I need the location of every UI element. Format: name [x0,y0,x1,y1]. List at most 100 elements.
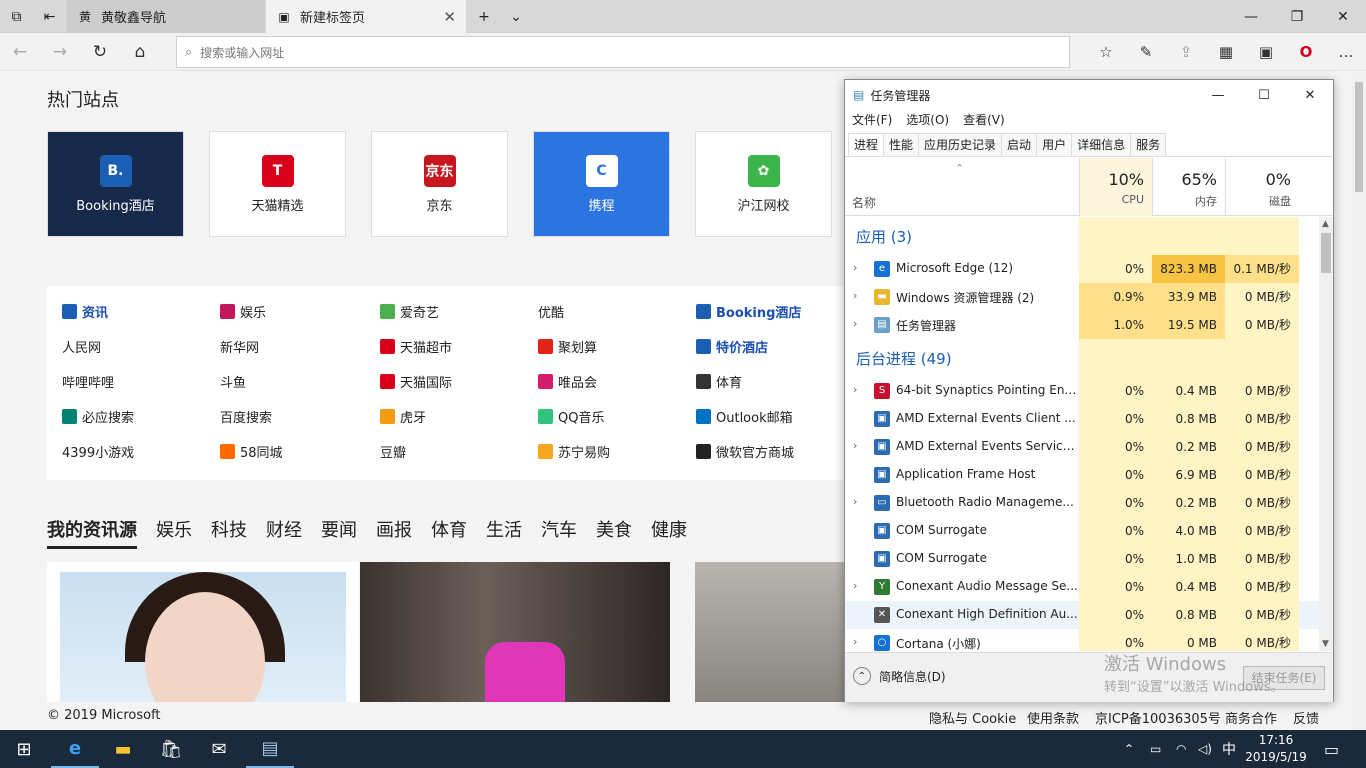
footer-link[interactable]: 反馈 [1293,708,1319,727]
minimize-button[interactable]: — [1228,0,1274,33]
quick-link[interactable]: 特价酒店 [696,337,768,356]
file-explorer-taskbar-icon[interactable]: ▬ [99,730,147,768]
close-window-button[interactable]: ✕ [1320,0,1366,33]
tm-tab[interactable]: 启动 [1001,133,1038,156]
tm-close-button[interactable]: ✕ [1287,80,1333,110]
footer-link[interactable]: 使用条款 [1027,708,1079,727]
process-row[interactable]: › ▭ Bluetooth Radio Manageme... 0% 0.2 MB 0 M… [845,489,1319,517]
tm-minimize-button[interactable]: — [1195,80,1241,110]
quick-link[interactable]: 斗鱼 [220,372,246,391]
quick-link[interactable]: 聚划算 [538,337,597,356]
tm-menu-item[interactable]: 查看(V) [963,110,1005,132]
tm-tab[interactable]: 服务 [1130,133,1167,156]
process-row[interactable]: ✕ Conexant High Definition Au... 0% 0.8 MB 0… [845,601,1319,629]
news-category-tab[interactable]: 娱乐 [156,516,192,549]
process-row[interactable]: › ▬ Windows 资源管理器 (2) 0.9% 33.9 MB 0 MB/秒 [845,283,1319,311]
expand-chevron-icon[interactable]: › [853,289,857,302]
footer-link[interactable]: 京ICP备10036305号 [1095,708,1221,727]
refresh-icon[interactable]: ↻ [84,37,116,67]
action-center-icon[interactable]: ▭ [1324,730,1339,768]
site-tile[interactable]: T 天猫精选 [209,131,346,237]
volume-icon[interactable]: ◁) [1198,730,1212,768]
tm-menu-item[interactable]: 选项(O) [906,110,949,132]
quick-link[interactable]: 人民网 [62,337,101,356]
close-tab-icon[interactable]: ✕ [443,8,456,26]
tab-list-chevron-icon[interactable]: ⌄ [500,0,532,33]
process-row[interactable]: › ○ Cortana (小娜) 0% 0 MB 0 MB/秒 [845,629,1319,651]
site-tile[interactable]: 京东 京东 [371,131,508,237]
fewer-details-button[interactable]: ⌃ 简略信息(D) [853,667,946,685]
quick-link[interactable]: 天猫超市 [380,337,452,356]
tm-tab[interactable]: 进程 [848,133,885,156]
process-list-scrollbar[interactable]: ▲ ▼ [1319,217,1333,651]
favorites-icon[interactable]: ☆ [1090,37,1122,67]
quick-link[interactable]: Outlook邮箱 [696,407,793,426]
quick-link[interactable]: Booking酒店 [696,302,801,321]
quick-link[interactable]: 优酷 [538,302,564,321]
process-row[interactable]: ▣ AMD External Events Client ... 0% 0.8 MB 0… [845,405,1319,433]
news-card[interactable] [47,562,359,702]
more-extension-icon[interactable]: ▣ [1250,37,1282,67]
tm-tab[interactable]: 性能 [883,133,920,156]
forward-icon[interactable]: → [44,37,76,67]
news-category-tab[interactable]: 科技 [211,516,247,549]
scroll-down-icon[interactable]: ▼ [1322,639,1329,649]
process-row[interactable]: › ▣ AMD External Events Service... 0% 0.2 MB… [845,433,1319,461]
scroll-up-icon[interactable]: ▲ [1322,219,1329,229]
footer-link[interactable]: 商务合作 [1225,708,1277,727]
disk-column-header[interactable]: 0% 磁盘 [1225,158,1299,216]
process-row[interactable]: ▣ COM Surrogate 0% 4.0 MB 0 MB/秒 [845,517,1319,545]
mail-taskbar-icon[interactable]: ✉ [195,730,243,768]
quick-link[interactable]: 58同城 [220,442,283,461]
more-icon[interactable]: … [1330,37,1362,67]
restore-button[interactable]: ❐ [1274,0,1320,33]
extension-icon[interactable]: ▦ [1210,37,1242,67]
quick-link[interactable]: QQ音乐 [538,407,604,426]
quick-link[interactable]: 体育 [696,372,742,391]
site-tile[interactable]: ✿ 沪江网校 [695,131,832,237]
tm-maximize-button[interactable]: ☐ [1241,80,1287,110]
expand-chevron-icon[interactable]: › [853,579,857,592]
news-category-tab[interactable]: 要闻 [321,516,357,549]
expand-chevron-icon[interactable]: › [853,439,857,452]
back-icon[interactable]: ← [4,37,36,67]
process-row[interactable]: ▣ Application Frame Host 0% 6.9 MB 0 MB/秒 [845,461,1319,489]
quick-link[interactable]: 微软官方商城 [696,442,794,461]
news-category-tab[interactable]: 体育 [431,516,467,549]
share-icon[interactable]: ⇪ [1170,37,1202,67]
news-category-tab[interactable]: 生活 [486,516,522,549]
news-card[interactable] [695,562,845,702]
tab-huangjingxin-nav[interactable]: 黄 黄敬鑫导航 [67,0,265,33]
quick-link[interactable]: 百度搜索 [220,407,272,426]
quick-link[interactable]: 豆瓣 [380,442,406,461]
home-icon[interactable]: ⌂ [124,37,156,67]
edge-taskbar-icon[interactable]: e [51,730,99,768]
news-category-tab[interactable]: 健康 [651,516,687,549]
web-note-icon[interactable]: ✎ [1130,37,1162,67]
process-row[interactable]: › e Microsoft Edge (12) 0% 823.3 MB 0.1 MB/秒 [845,255,1319,283]
quick-link[interactable]: 唯品会 [538,372,597,391]
new-tab-plus-icon[interactable]: + [468,0,500,33]
expand-chevron-icon[interactable]: › [853,317,857,330]
process-row[interactable]: › S 64-bit Synaptics Pointing Enh... 0% 0.4 … [845,377,1319,405]
site-tile[interactable]: C 携程 [533,131,670,237]
footer-link[interactable]: 隐私与 Cookie [929,708,1016,727]
quick-link[interactable]: 新华网 [220,337,259,356]
expand-chevron-icon[interactable]: › [853,383,857,396]
page-scrollbar[interactable] [1352,72,1366,730]
name-column-header[interactable]: 名称 [852,194,876,211]
news-category-tab[interactable]: 汽车 [541,516,577,549]
process-row[interactable]: › ▤ 任务管理器 1.0% 19.5 MB 0 MB/秒 [845,311,1319,339]
news-category-tab[interactable]: 我的资讯源 [47,516,137,549]
system-clock[interactable]: 17:16 2019/5/19 [1240,732,1312,766]
news-card[interactable] [360,562,670,702]
expand-chevron-icon[interactable]: › [853,261,857,274]
show-hidden-icons-chevron-icon[interactable]: ⌃ [1124,730,1134,768]
quick-link[interactable]: 必应搜索 [62,407,134,426]
store-taskbar-icon[interactable]: 🛍 [147,730,195,768]
task-manager-taskbar-icon[interactable]: ▤ [246,730,294,768]
tm-tab[interactable]: 应用历史记录 [918,133,1003,156]
quick-link[interactable]: 爱奇艺 [380,302,439,321]
site-tile[interactable]: B. Booking酒店 [47,131,184,237]
set-aside-tabs-icon[interactable]: ⇤ [33,0,66,33]
